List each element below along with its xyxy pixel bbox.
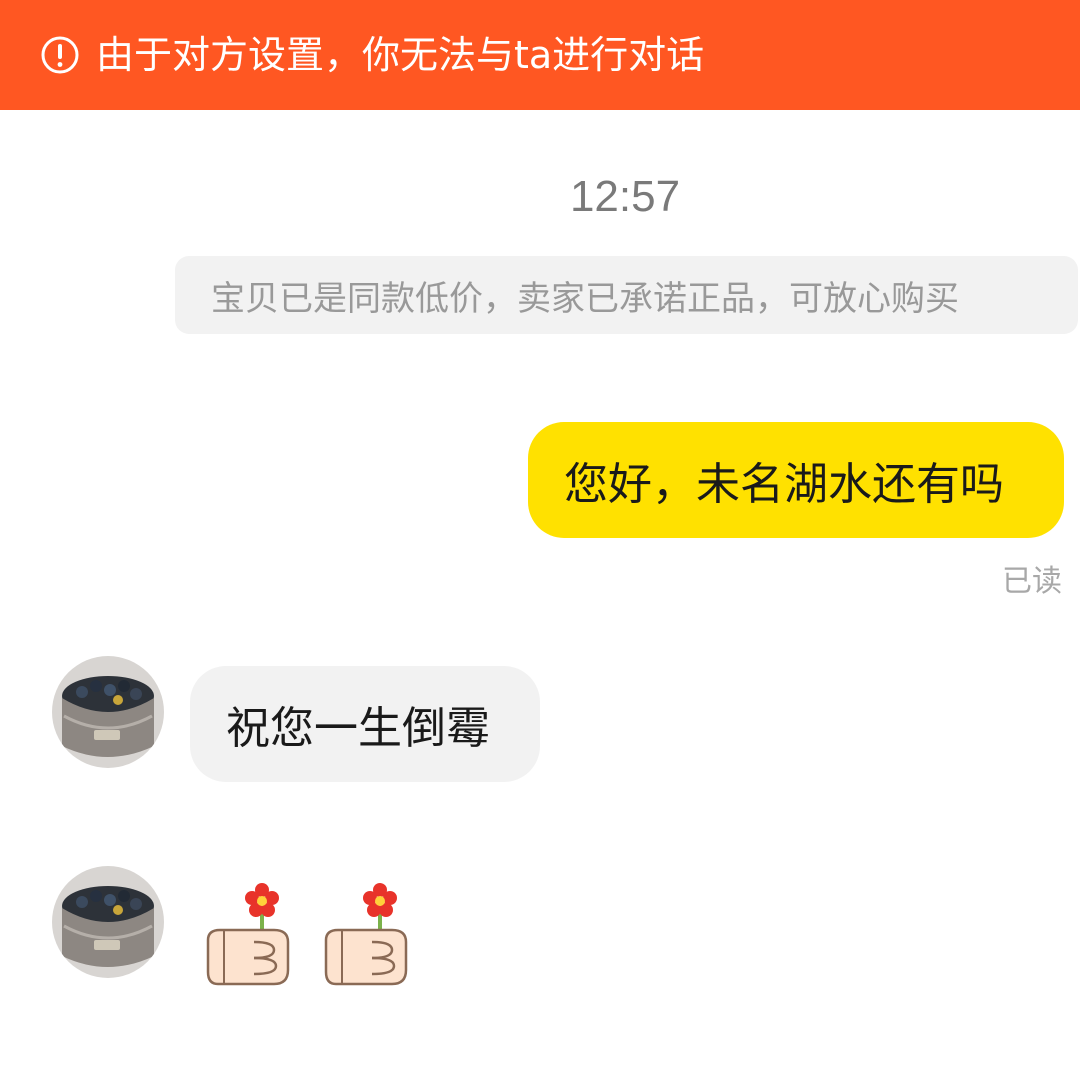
outgoing-message-bubble[interactable]: 您好，未名湖水还有吗 [528, 422, 1064, 538]
hand-holding-flower-icon [322, 880, 412, 990]
seller-avatar[interactable] [52, 866, 164, 978]
banner-text: 由于对方设置，你无法与ta进行对话 [96, 33, 705, 77]
message-timestamp: 12:57 [569, 172, 681, 221]
exclamation-circle-icon [40, 35, 80, 75]
message-text: 您好，未名湖水还有吗 [564, 459, 1004, 510]
seller-avatar[interactable] [52, 656, 164, 768]
hand-holding-flower-icon [204, 880, 294, 990]
read-status: 已读 [1002, 564, 1062, 599]
incoming-message-bubble[interactable]: 祝您一生倒霉 [190, 666, 540, 782]
system-notice: 宝贝已是同款低价，卖家已承诺正品，可放心购买 [175, 256, 1078, 334]
conversation-blocked-banner: 由于对方设置，你无法与ta进行对话 [0, 0, 1080, 110]
message-text: 祝您一生倒霉 [226, 703, 490, 754]
